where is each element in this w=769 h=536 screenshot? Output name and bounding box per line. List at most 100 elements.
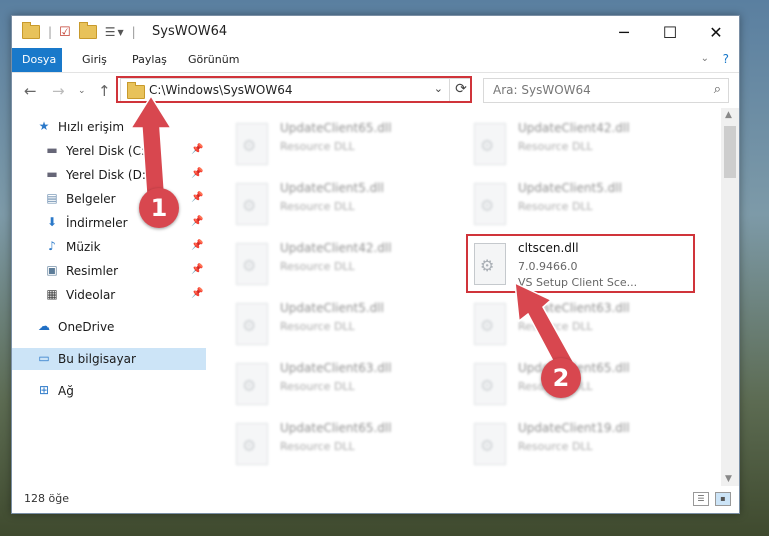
forward-arrow-icon[interactable]: → xyxy=(52,82,65,100)
file-item[interactable]: UpdateClient5.dll Resource DLL xyxy=(206,298,426,354)
minimize-button[interactable]: ─ xyxy=(601,16,647,48)
sidebar-item-label: Belgeler xyxy=(66,192,116,206)
pin-icon[interactable]: 📌 xyxy=(191,264,203,275)
file-item[interactable]: UpdateClient65.dll Resource DLL xyxy=(206,418,426,474)
file-description: Resource DLL xyxy=(280,320,355,333)
pin-icon[interactable]: 📌 xyxy=(191,144,203,155)
up-arrow-icon[interactable]: ↑ xyxy=(98,82,111,100)
sidebar-item-disk-d[interactable]: ▬ Yerel Disk (D:) 📌 xyxy=(12,164,206,186)
customize-toolbar-icon[interactable]: ☰ xyxy=(105,25,116,39)
sidebar-item-this-pc[interactable]: ▭ Bu bilgisayar xyxy=(12,348,206,370)
close-button[interactable]: ✕ xyxy=(693,16,739,48)
cloud-icon: ☁ xyxy=(38,319,50,333)
file-description: Resource DLL xyxy=(280,440,355,453)
tab-giris[interactable]: Giriş xyxy=(72,48,117,72)
pin-icon[interactable]: 📌 xyxy=(191,240,203,251)
folder-icon xyxy=(22,22,40,39)
details-view-icon[interactable]: ☰ xyxy=(693,492,709,506)
title-bar: | ☑ ☰ ▼ | SysWOW64 ─ ☐ ✕ xyxy=(12,16,739,48)
back-arrow-icon[interactable]: ← xyxy=(24,82,37,100)
sidebar-item-label: Hızlı erişim xyxy=(58,120,125,134)
scroll-up-icon[interactable]: ▲ xyxy=(725,110,732,120)
file-name: UpdateClient5.dll xyxy=(280,301,384,315)
dll-file-icon xyxy=(236,183,268,225)
pin-icon[interactable]: 📌 xyxy=(191,192,203,203)
sidebar-item-videos[interactable]: ▦ Videolar 📌 xyxy=(12,284,206,306)
navigation-pane: ★ Hızlı erişim ▬ Yerel Disk (C:) 📌 ▬ Yer… xyxy=(12,108,206,486)
file-item[interactable]: UpdateClient5.dll Resource DLL xyxy=(444,178,664,234)
status-bar: 128 öğe ☰ ▪ xyxy=(12,486,739,513)
help-icon[interactable]: ? xyxy=(723,52,729,66)
star-icon: ★ xyxy=(38,119,50,133)
sidebar-item-label: Müzik xyxy=(66,240,101,254)
file-description: Resource DLL xyxy=(518,440,593,453)
file-item[interactable]: UpdateClient65.dll Resource DLL xyxy=(206,118,426,174)
dll-file-icon xyxy=(474,363,506,405)
file-description: Resource DLL xyxy=(280,260,355,273)
file-name: UpdateClient63.dll xyxy=(518,301,630,315)
file-highlight xyxy=(466,234,695,293)
file-description: Resource DLL xyxy=(518,320,593,333)
chevron-down-icon[interactable]: ▼ xyxy=(117,28,123,37)
file-item[interactable]: UpdateClient42.dll Resource DLL xyxy=(444,118,664,174)
sidebar-item-onedrive[interactable]: ☁ OneDrive xyxy=(12,316,206,338)
file-item[interactable]: UpdateClient63.dll Resource DLL xyxy=(206,358,426,414)
sidebar-item-disk-c[interactable]: ▬ Yerel Disk (C:) 📌 xyxy=(12,140,206,162)
step-badge-1: 1 xyxy=(139,188,179,228)
pin-icon[interactable]: 📌 xyxy=(191,288,203,299)
recent-chevron-icon[interactable]: ⌄ xyxy=(78,86,86,96)
computer-icon: ▭ xyxy=(38,351,50,365)
sidebar-item-pictures[interactable]: ▣ Resimler 📌 xyxy=(12,260,206,282)
tab-gorunum[interactable]: Görünüm xyxy=(178,48,249,72)
maximize-button[interactable]: ☐ xyxy=(647,16,693,48)
sidebar-item-label: Bu bilgisayar xyxy=(58,352,136,366)
dll-file-icon xyxy=(236,243,268,285)
documents-icon: ▤ xyxy=(46,191,58,205)
file-name: UpdateClient19.dll xyxy=(518,421,630,435)
pictures-icon: ▣ xyxy=(46,263,58,277)
dll-file-icon xyxy=(236,303,268,345)
properties-icon[interactable]: ☑ xyxy=(59,25,71,40)
item-count: 128 öğe xyxy=(24,492,69,505)
search-icon[interactable]: ⌕ xyxy=(714,82,721,97)
search-placeholder: Ara: SysWOW64 xyxy=(493,83,591,97)
file-name: UpdateClient65.dll xyxy=(280,421,392,435)
video-icon: ▦ xyxy=(46,287,58,301)
step-badge-2: 2 xyxy=(541,358,581,398)
tab-dosya[interactable]: Dosya xyxy=(12,48,62,72)
toolbar-separator: | xyxy=(48,25,53,39)
file-item[interactable]: UpdateClient5.dll Resource DLL xyxy=(206,178,426,234)
new-folder-icon[interactable] xyxy=(78,22,97,39)
dll-file-icon xyxy=(474,123,506,165)
file-item[interactable]: UpdateClient19.dll Resource DLL xyxy=(444,418,664,474)
sidebar-item-network[interactable]: ⊞ Ağ xyxy=(12,380,206,402)
sidebar-item-label: Resimler xyxy=(66,264,119,278)
file-name: UpdateClient63.dll xyxy=(280,361,392,375)
file-description: Resource DLL xyxy=(518,140,593,153)
expand-ribbon-icon[interactable]: ⌄ xyxy=(701,53,709,64)
pin-icon[interactable]: 📌 xyxy=(191,216,203,227)
scroll-down-icon[interactable]: ▼ xyxy=(725,474,732,484)
file-item[interactable]: UpdateClient63.dll Resource DLL xyxy=(444,298,664,354)
address-bar-highlight xyxy=(116,76,472,103)
file-description: Resource DLL xyxy=(518,200,593,213)
sidebar-item-label: İndirmeler xyxy=(66,216,128,230)
sidebar-item-quick-access[interactable]: ★ Hızlı erişim xyxy=(12,116,206,138)
pin-icon[interactable]: 📌 xyxy=(191,168,203,179)
sidebar-item-label: Ağ xyxy=(58,384,74,398)
tiles-view-icon[interactable]: ▪ xyxy=(715,492,731,506)
sidebar-item-label: Yerel Disk (C:) xyxy=(66,144,150,158)
dll-file-icon xyxy=(236,423,268,465)
file-name: UpdateClient65.dll xyxy=(280,121,392,135)
search-input[interactable]: Ara: SysWOW64 ⌕ xyxy=(483,78,729,103)
scrollbar-thumb[interactable] xyxy=(724,126,736,178)
vertical-scrollbar[interactable]: ▲ ▼ xyxy=(721,108,739,486)
sidebar-item-label: Yerel Disk (D:) xyxy=(66,168,151,182)
file-item[interactable]: UpdateClient42.dll Resource DLL xyxy=(206,238,426,294)
file-name: UpdateClient5.dll xyxy=(280,181,384,195)
sidebar-item-label: OneDrive xyxy=(58,320,115,334)
file-name: UpdateClient42.dll xyxy=(280,241,392,255)
ribbon: Dosya Giriş Paylaş Görünüm ⌄ ? xyxy=(12,48,739,73)
sidebar-item-music[interactable]: ♪ Müzik 📌 xyxy=(12,236,206,258)
tab-paylas[interactable]: Paylaş xyxy=(122,48,177,72)
